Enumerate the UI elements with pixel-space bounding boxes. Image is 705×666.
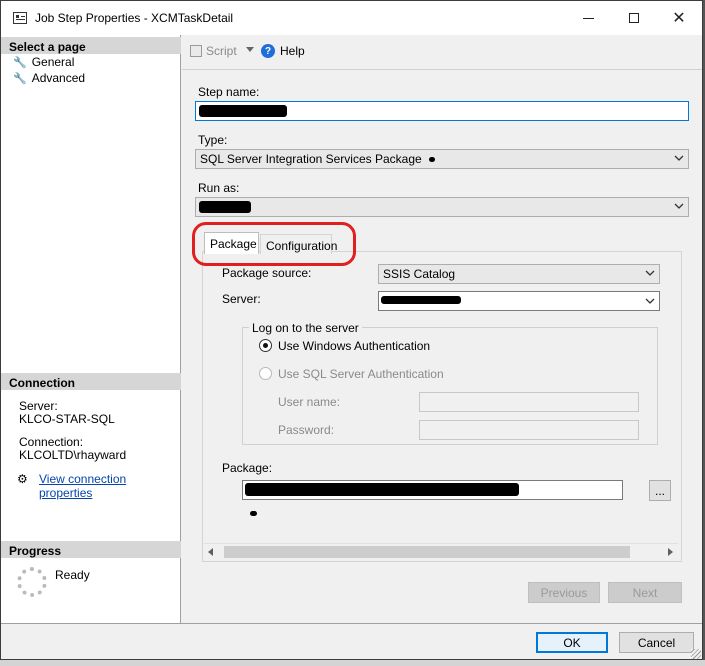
cancel-button[interactable]: Cancel — [619, 632, 694, 653]
job-step-dialog: Job Step Properties - XCMTaskDetail ✕ Se… — [0, 0, 703, 660]
connection-label: Connection: — [19, 435, 84, 449]
close-icon: ✕ — [672, 10, 686, 27]
script-label: Script — [206, 44, 237, 58]
type-value: SQL Server Integration Services Package — [200, 152, 422, 166]
page-general[interactable]: 🔧 General — [13, 55, 74, 69]
resize-grip-icon[interactable] — [691, 649, 701, 659]
password-input[interactable] — [419, 420, 639, 440]
windows-auth-label: Use Windows Authentication — [278, 339, 431, 353]
chevron-down-icon — [645, 298, 655, 304]
chevron-down-icon — [674, 203, 684, 209]
type-select[interactable]: SQL Server Integration Services Package — [195, 149, 689, 169]
redacted-value — [199, 105, 287, 117]
package-path-input[interactable] — [242, 480, 623, 500]
maximize-icon — [629, 13, 639, 23]
redacted-value — [245, 483, 519, 496]
browse-package-button[interactable]: ... — [649, 480, 671, 501]
page-advanced[interactable]: 🔧 Advanced — [13, 71, 85, 85]
ok-label: OK — [563, 635, 581, 650]
windows-auth-radio[interactable] — [259, 339, 272, 352]
minimize-icon — [582, 17, 594, 19]
previous-label: Previous — [540, 585, 588, 600]
background-window-strip — [0, 660, 705, 666]
previous-button[interactable]: Previous — [528, 582, 600, 603]
content-panel: Script ? Help Step name: Type: SQL Serve… — [182, 35, 702, 624]
scrollbar-thumb[interactable] — [224, 546, 630, 558]
next-label: Next — [632, 585, 658, 600]
wrench-icon: 🔧 — [13, 72, 27, 85]
help-button[interactable]: ? Help — [261, 44, 305, 58]
help-icon: ? — [261, 44, 275, 58]
package-source-label: Package source: — [222, 266, 312, 280]
wrench-icon: 🔧 — [13, 56, 27, 69]
cancel-label: Cancel — [637, 635, 676, 650]
window-title: Job Step Properties - XCMTaskDetail — [35, 11, 234, 25]
server-label: Server: — [19, 399, 58, 413]
connection-header: Connection — [1, 373, 181, 390]
footer-divider — [1, 623, 702, 624]
run-as-label: Run as: — [198, 181, 240, 195]
package-server-select[interactable] — [378, 291, 660, 311]
minimize-button[interactable] — [565, 1, 611, 35]
server-value: KLCO-STAR-SQL — [19, 412, 115, 426]
connection-properties-icon: ⚙ — [17, 472, 28, 486]
step-name-label: Step name: — [198, 85, 260, 99]
view-connection-properties-link[interactable]: View connection properties — [39, 472, 180, 500]
page-advanced-label: Advanced — [31, 71, 86, 85]
help-label: Help — [280, 44, 305, 58]
highlight-circle — [192, 222, 356, 266]
package-source-select[interactable]: SSIS Catalog — [378, 264, 660, 284]
redacted-value — [199, 201, 251, 213]
run-as-select[interactable] — [195, 197, 689, 217]
user-name-input[interactable] — [419, 392, 639, 412]
package-source-value: SSIS Catalog — [383, 267, 456, 281]
sql-auth-radio[interactable] — [259, 367, 272, 380]
toolbar-divider — [182, 69, 702, 70]
script-dropdown-icon[interactable] — [246, 47, 254, 52]
select-page-header: Select a page — [1, 37, 181, 54]
close-button[interactable]: ✕ — [656, 1, 702, 35]
script-icon — [190, 45, 202, 57]
package-label: Package: — [222, 461, 273, 475]
redacted-value — [381, 296, 461, 304]
browse-label: ... — [654, 483, 665, 498]
maximize-button[interactable] — [611, 1, 657, 35]
chevron-down-icon — [645, 270, 655, 276]
scroll-right-icon[interactable] — [668, 548, 673, 556]
app-icon — [13, 12, 27, 24]
logon-group-label: Log on to the server — [249, 321, 362, 335]
title-bar: Job Step Properties - XCMTaskDetail ✕ — [1, 1, 702, 35]
next-button[interactable]: Next — [608, 582, 682, 603]
redacted-value — [250, 511, 257, 516]
sql-auth-label: Use SQL Server Authentication — [278, 367, 444, 381]
step-name-input[interactable] — [195, 101, 689, 121]
password-label: Password: — [278, 423, 335, 437]
horizontal-scrollbar[interactable] — [204, 543, 678, 560]
progress-header: Progress — [1, 541, 181, 558]
connection-value: KLCOLTD\rhayward — [19, 448, 127, 462]
chevron-down-icon — [674, 155, 684, 161]
progress-spinner-icon — [17, 567, 47, 597]
page-general-label: General — [31, 55, 75, 69]
user-name-label: User name: — [278, 395, 341, 409]
script-button[interactable]: Script — [190, 44, 237, 58]
left-panel: Select a page 🔧 General 🔧 Advanced Conne… — [1, 35, 181, 624]
ok-button[interactable]: OK — [536, 632, 608, 653]
package-server-label: Server: — [222, 292, 261, 306]
redacted-value — [429, 157, 436, 163]
type-label: Type: — [198, 133, 228, 147]
scroll-left-icon[interactable] — [208, 548, 213, 556]
progress-status: Ready — [55, 568, 90, 582]
